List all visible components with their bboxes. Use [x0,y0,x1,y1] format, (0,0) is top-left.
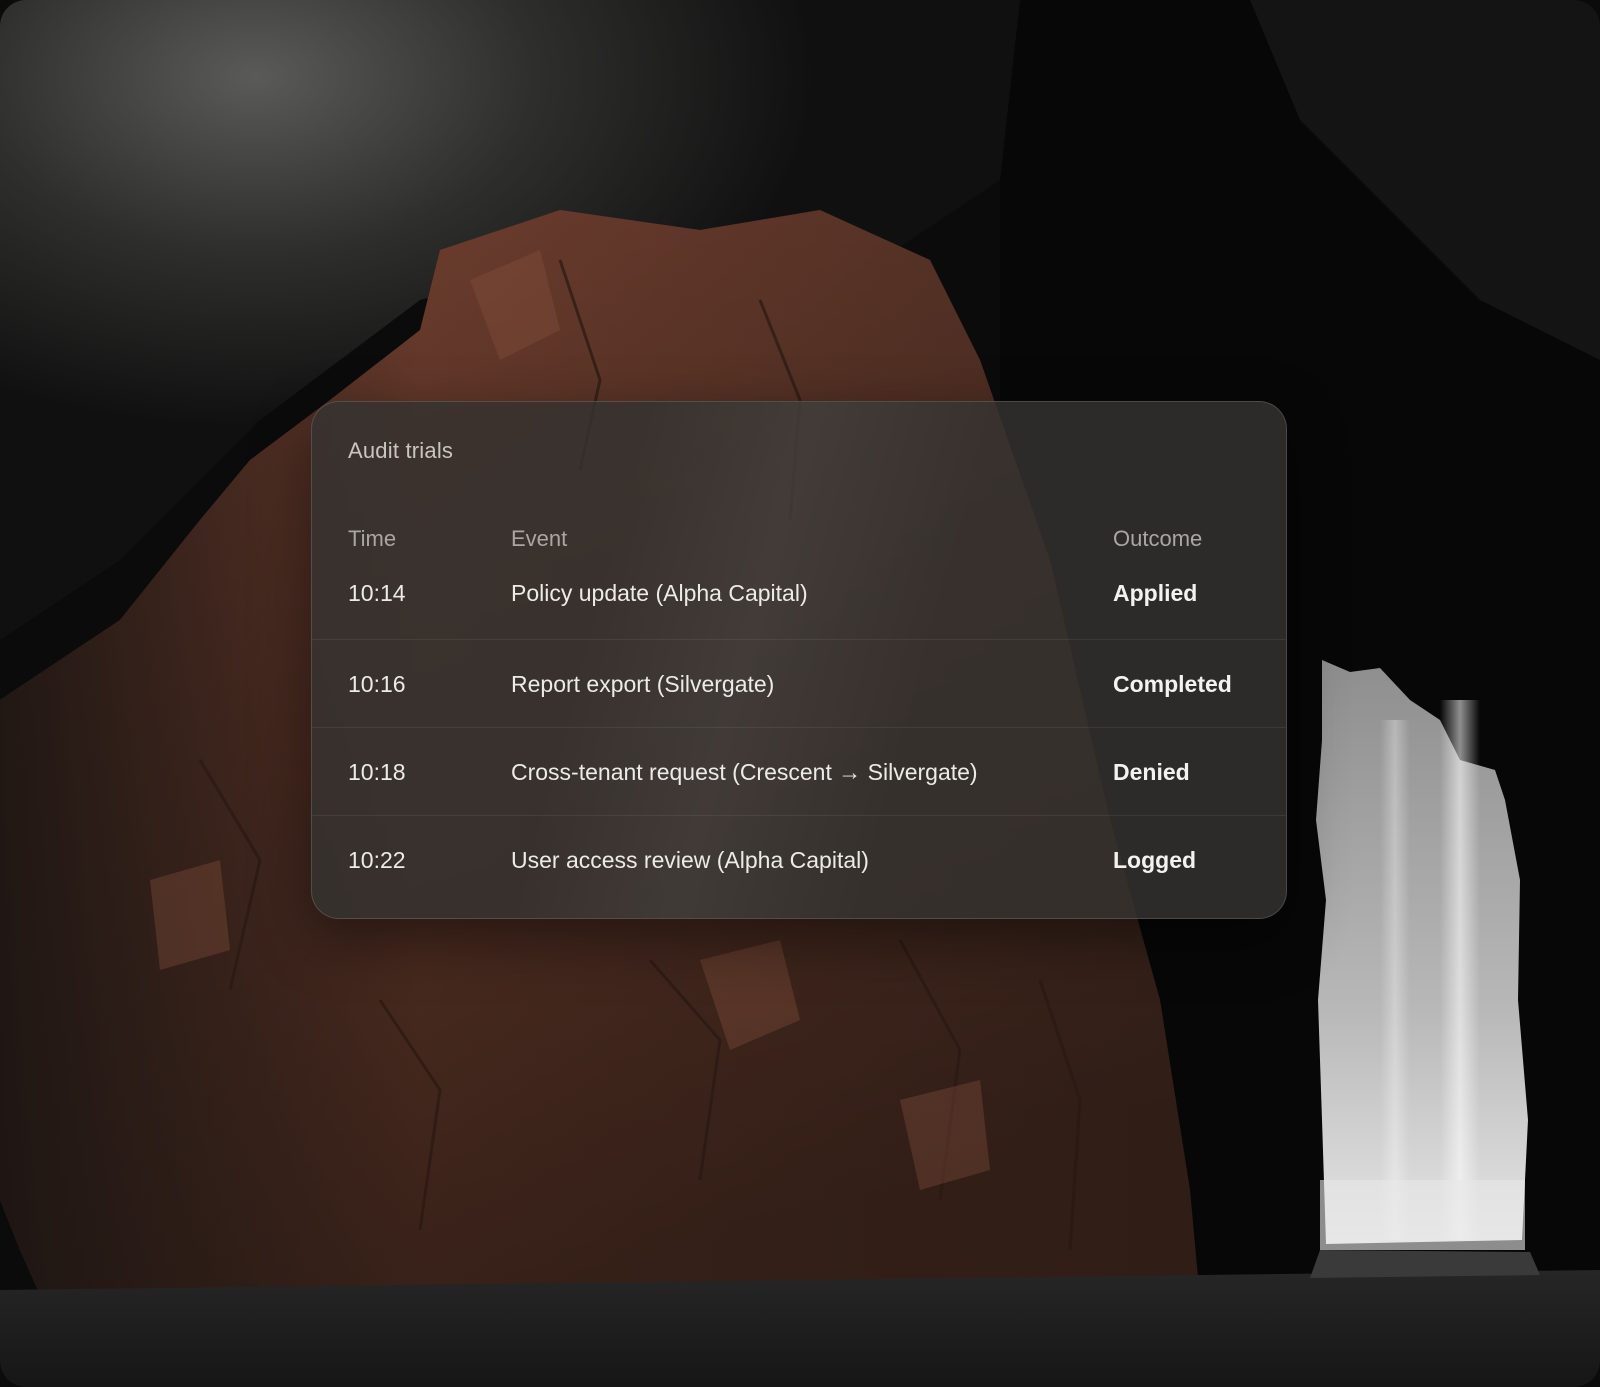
row-event: Policy update (Alpha Capital) [511,580,808,606]
row-time: 10:16 [348,671,406,697]
audit-trials-panel: Audit trials Time Event Outcome 10:14 Po… [311,401,1287,919]
table-row[interactable]: 10:16 Report export (Silvergate) Complet… [312,640,1286,728]
row-time: 10:22 [348,847,406,873]
column-header-event: Event [511,526,568,551]
row-outcome: Applied [1113,580,1198,606]
table-row[interactable]: 10:14 Policy update (Alpha Capital) Appl… [312,568,1286,640]
audit-table: Time Event Outcome 10:14 Policy update (… [312,520,1286,904]
table-row[interactable]: 10:22 User access review (Alpha Capital)… [312,816,1286,904]
row-outcome: Completed [1113,671,1232,697]
panel-title: Audit trials [348,438,454,463]
row-outcome: Denied [1113,759,1190,785]
table-row[interactable]: 10:18 Cross-tenant request (Crescent → S… [312,728,1286,816]
row-time: 10:14 [348,580,406,606]
column-header-time: Time [348,526,397,551]
column-header-outcome: Outcome [1113,526,1203,551]
table-header: Time Event Outcome [312,520,1286,568]
row-event: Cross-tenant request (Crescent → Silverg… [511,759,978,785]
row-outcome: Logged [1113,847,1197,873]
row-event: Report export (Silvergate) [511,671,775,697]
row-event: User access review (Alpha Capital) [511,847,869,873]
row-time: 10:18 [348,759,406,785]
